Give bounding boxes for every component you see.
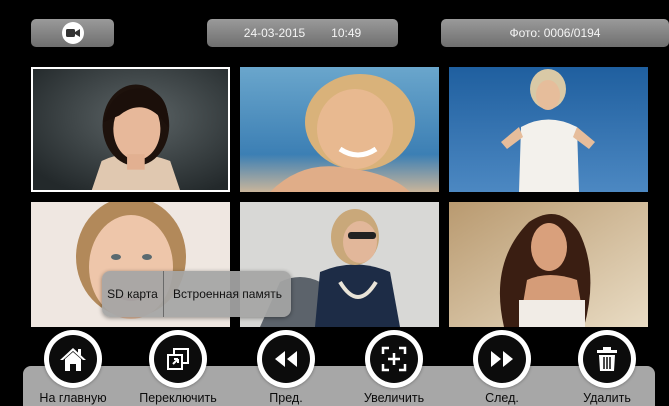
delete-label: Удалить <box>583 391 631 405</box>
fast-forward-icon <box>478 335 526 383</box>
home-label: На главную <box>39 391 107 405</box>
switch-label: Переключить <box>139 391 217 405</box>
zoom-icon <box>370 335 418 383</box>
camera-mode-button[interactable] <box>31 19 114 47</box>
photo-thumbnail-6[interactable] <box>449 202 648 327</box>
datetime-display: 24-03-2015 10:49 <box>207 19 398 47</box>
time-text: 10:49 <box>331 26 362 40</box>
switch-windows-icon <box>154 335 202 383</box>
next-label: След. <box>485 391 519 405</box>
delete-button[interactable]: Удалить <box>557 330 657 406</box>
trash-icon <box>583 335 631 383</box>
switch-button[interactable]: Переключить <box>128 330 228 406</box>
zoom-button[interactable]: Увеличить <box>344 330 444 406</box>
photo-thumbnail-2[interactable] <box>240 67 439 192</box>
rewind-icon <box>262 335 310 383</box>
date-text: 24-03-2015 <box>243 26 306 40</box>
zoom-label: Увеличить <box>363 391 425 405</box>
home-button[interactable]: На главную <box>23 330 123 406</box>
photo-thumbnail-3[interactable] <box>449 67 648 192</box>
photo-counter: Фото: 0006/0194 <box>441 19 669 47</box>
video-camera-icon <box>61 22 84 44</box>
home-icon <box>49 335 97 383</box>
previous-button[interactable]: Пред. <box>236 330 336 406</box>
previous-label: Пред. <box>269 391 303 405</box>
photo-counter-text: Фото: 0006/0194 <box>509 26 601 40</box>
photo-thumbnail-1[interactable] <box>31 67 230 192</box>
storage-select-popup: SD карта Встроенная память <box>102 271 291 317</box>
next-button[interactable]: След. <box>452 330 552 406</box>
internal-memory-option[interactable]: Встроенная память <box>164 271 291 317</box>
sd-card-option[interactable]: SD карта <box>102 271 164 317</box>
